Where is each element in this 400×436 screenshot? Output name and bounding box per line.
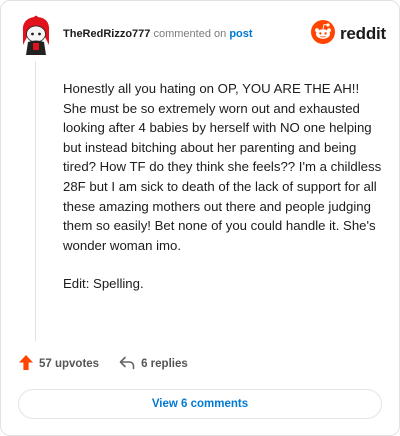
reddit-logo-icon: [311, 19, 335, 49]
replies-button[interactable]: 6 replies: [119, 356, 188, 373]
view-comments-button[interactable]: View 6 comments: [18, 389, 382, 419]
upvote-arrow-icon: [19, 355, 33, 373]
reply-arrow-icon: [119, 356, 135, 373]
replies-count: 6 replies: [141, 358, 188, 370]
comment-edit-note: Edit: Spelling.: [63, 276, 144, 292]
username[interactable]: TheRedRizzo777: [63, 28, 150, 40]
comment-actions: 57 upvotes 6 replies: [19, 355, 188, 373]
reddit-wordmark: reddit: [340, 24, 387, 43]
avatar-icon[interactable]: [19, 15, 53, 55]
upvote-button[interactable]: 57 upvotes: [19, 355, 99, 373]
post-link[interactable]: post: [229, 28, 252, 40]
reddit-brand[interactable]: reddit: [311, 19, 387, 49]
comment-card: TheRedRizzo777 commented on post reddit …: [0, 0, 400, 436]
comment-paragraph: Honestly all you hating on OP, YOU ARE T…: [63, 81, 382, 253]
comment-header: TheRedRizzo777 commented on post: [63, 27, 253, 41]
upvote-count: 57 upvotes: [39, 358, 100, 370]
thread-line[interactable]: [35, 61, 36, 341]
commented-on-text: commented on: [153, 28, 227, 40]
comment-body: Honestly all you hating on OP, YOU ARE T…: [63, 79, 383, 294]
